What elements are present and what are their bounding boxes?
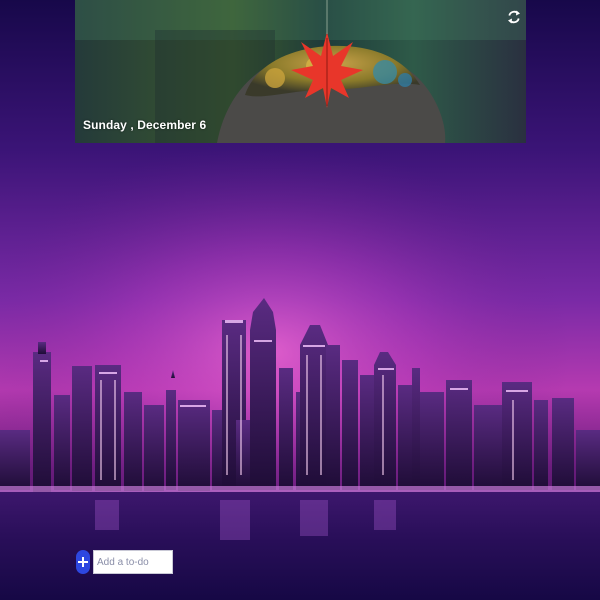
todo-input[interactable] — [93, 550, 173, 574]
date-label: Sunday , December 6 — [83, 118, 207, 132]
plus-icon — [78, 557, 88, 567]
add-todo-row — [76, 550, 173, 574]
add-todo-button[interactable] — [76, 550, 90, 574]
header-card: Sunday , December 6 — [75, 0, 526, 143]
refresh-button[interactable] — [507, 9, 521, 25]
app-window: Sunday , December 6 — [0, 0, 600, 600]
refresh-icon — [508, 10, 520, 24]
